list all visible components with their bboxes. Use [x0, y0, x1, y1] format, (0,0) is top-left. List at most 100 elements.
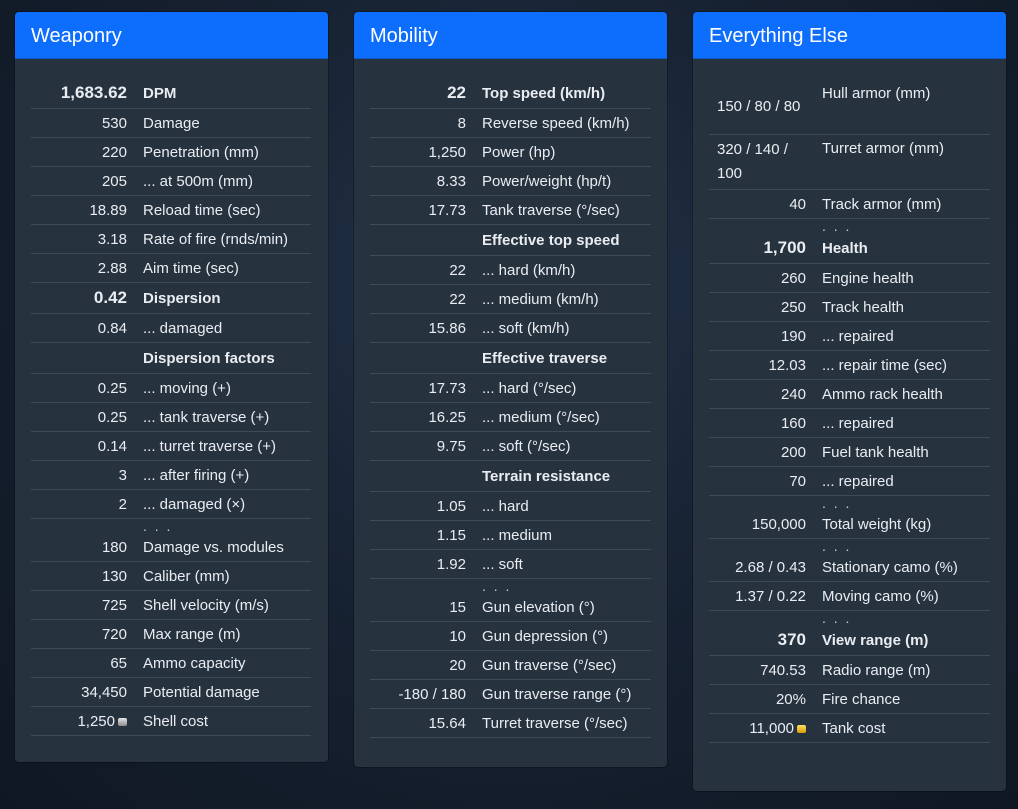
stat-value: 1,683.62: [31, 78, 143, 109]
stat-value-text: 220: [101, 143, 127, 161]
stat-value-text: 22: [449, 290, 466, 308]
stat-row: 40 Track armor (mm): [709, 189, 990, 219]
stat-value-text: 3: [118, 466, 127, 484]
stat-value-text: 17.73: [428, 379, 466, 397]
weaponry-table: 1,683.62 DPM 530 Damage 220 Penetration (mm) 2…: [31, 78, 311, 736]
ellipsis-row: . . .: [31, 519, 311, 534]
stat-row: 250 Track health: [709, 292, 990, 322]
stat-value-text: 22: [449, 261, 466, 279]
stat-value-text: 1,250: [428, 143, 466, 161]
stat-value-text: -180 / 180: [398, 685, 466, 703]
stat-row: 11,000 Tank cost: [709, 713, 990, 743]
stat-value-text: 22: [447, 83, 466, 102]
ellipsis: . . .: [822, 610, 852, 626]
stat-value: [709, 496, 822, 511]
section-header-row: Effective top speed: [370, 224, 651, 256]
stat-label: ... tank traverse (+): [143, 402, 311, 432]
stat-value-text: 725: [101, 596, 127, 614]
stat-label: Reload time (sec): [143, 195, 311, 225]
stat-label: Engine health: [822, 263, 990, 293]
stat-value: 190: [709, 321, 822, 351]
stat-value-text: 2: [118, 495, 127, 513]
ellipsis-row: . . .: [709, 539, 990, 554]
stat-row: 150 / 80 / 80 Hull armor (mm): [709, 80, 990, 135]
stat-label: ... moving (+): [143, 373, 311, 403]
stat-label: Max range (m): [143, 619, 311, 649]
stat-row: 18.89 Reload time (sec): [31, 195, 311, 225]
stat-row: 34,450 Potential damage: [31, 677, 311, 707]
stat-value: 20%: [709, 684, 822, 714]
stat-label: Dispersion factors: [143, 342, 311, 374]
mobility-title: Mobility: [354, 12, 667, 59]
stat-row: 2 ... damaged (×): [31, 489, 311, 519]
stat-value-text: 1,250: [77, 712, 115, 730]
stat-label: ... soft (km/h): [482, 313, 651, 343]
stat-value: -180 / 180: [370, 679, 482, 709]
stat-value: [370, 224, 482, 256]
stat-label: View range (m): [822, 625, 990, 656]
ellipsis: . . .: [482, 578, 512, 594]
stat-value-text: 740.53: [760, 661, 806, 679]
stat-value: [709, 539, 822, 554]
stat-label: Total weight (kg): [822, 510, 990, 539]
stat-row: 1.92 ... soft: [370, 549, 651, 579]
stat-row: 370 View range (m): [709, 625, 990, 656]
stat-value-text: 160: [780, 414, 806, 432]
stat-label: Terrain resistance: [482, 460, 651, 492]
stat-label: Damage vs. modules: [143, 533, 311, 562]
stat-row: 15.64 Turret traverse (°/sec): [370, 708, 651, 738]
stat-value-text: 34,450: [81, 683, 127, 701]
stat-value-text: 1.37 / 0.22: [735, 587, 806, 605]
everything-else-title: Everything Else: [693, 12, 1006, 59]
stat-value: 17.73: [370, 373, 482, 403]
stat-value-text: 260: [780, 269, 806, 287]
stat-value: 1.37 / 0.22: [709, 581, 822, 611]
mobility-table: 22 Top speed (km/h) 8 Reverse speed (km/h) 1…: [370, 78, 651, 738]
stat-row: -180 / 180 Gun traverse range (°): [370, 679, 651, 709]
stat-value-text: 20%: [775, 690, 806, 708]
stat-label: Turret armor (mm): [822, 134, 990, 190]
stat-value: 1,250: [31, 706, 143, 736]
stat-row: 15.86 ... soft (km/h): [370, 313, 651, 343]
stat-label: Health: [822, 233, 990, 264]
stat-value-text: 0.14: [97, 437, 127, 455]
stat-row: 1.05 ... hard: [370, 491, 651, 521]
stat-label: ... damaged (×): [143, 489, 311, 519]
stat-label: Aim time (sec): [143, 253, 311, 283]
stat-value: 0.25: [31, 373, 143, 403]
stat-label: Shell velocity (m/s): [143, 590, 311, 620]
stat-row: 22 ... hard (km/h): [370, 255, 651, 285]
stat-label: ... repaired: [822, 321, 990, 351]
stat-value-text: 130: [101, 567, 127, 585]
stat-row: 260 Engine health: [709, 263, 990, 293]
stat-value-text: 0.25: [97, 408, 127, 426]
stat-value: 2: [31, 489, 143, 519]
stat-value-text: 150,000: [751, 515, 806, 533]
stat-value: 1.15: [370, 520, 482, 550]
stat-value: 1.92: [370, 549, 482, 579]
stat-value-text: 10: [449, 627, 466, 645]
stat-value-text: 150 / 80 / 80: [717, 98, 801, 115]
stat-label: Tank cost: [822, 713, 990, 743]
stat-row: 130 Caliber (mm): [31, 561, 311, 591]
ellipsis-row: . . .: [709, 611, 990, 626]
stat-value: 240: [709, 379, 822, 409]
weaponry-card: Weaponry 1,683.62 DPM 530 Damage 220 Penetrat…: [15, 12, 328, 762]
stat-value-text: 1.92: [436, 555, 466, 573]
stat-row: 10 Gun depression (°): [370, 621, 651, 651]
stat-label: Track health: [822, 292, 990, 322]
stat-row: 3 ... after firing (+): [31, 460, 311, 490]
stat-row: 22 Top speed (km/h): [370, 78, 651, 109]
ellipsis-row: . . .: [709, 219, 990, 234]
stat-value-text: 3.18: [97, 230, 127, 248]
everything-else-table: 150 / 80 / 80 Hull armor (mm) 320 / 140 / …: [709, 80, 990, 743]
stat-row: 1,700 Health: [709, 233, 990, 264]
stat-label: Turret traverse (°/sec): [482, 708, 651, 738]
stat-row: 17.73 Tank traverse (°/sec): [370, 195, 651, 225]
stat-value-text: 1,683.62: [60, 83, 127, 102]
stat-value: [31, 519, 143, 534]
stat-value: 2.88: [31, 253, 143, 283]
stat-value-text: 2.68 / 0.43: [735, 558, 806, 576]
stat-value-text: 8: [457, 114, 466, 132]
stat-value: 0.14: [31, 431, 143, 461]
